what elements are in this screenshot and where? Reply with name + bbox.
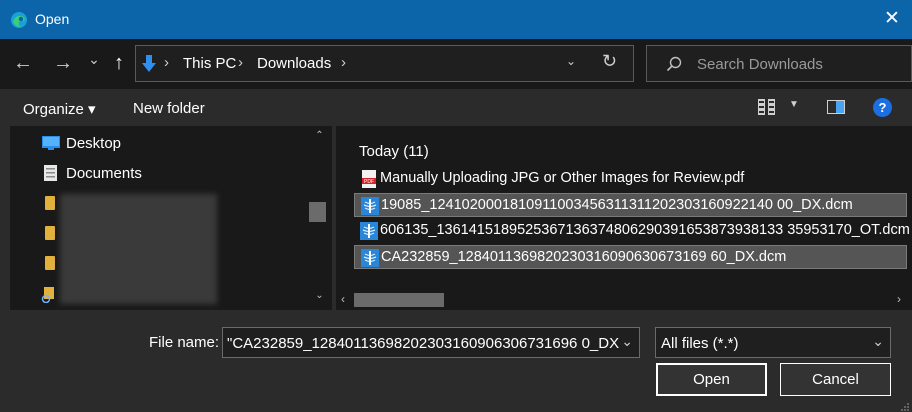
dialog-footer: File name: "CA232859_1284011369820230316… xyxy=(0,310,912,412)
resize-grip-icon[interactable] xyxy=(900,402,910,412)
chevron-down-icon[interactable]: ⌄ xyxy=(621,333,633,350)
search-icon xyxy=(666,56,682,72)
close-button[interactable]: ✕ xyxy=(882,8,902,30)
file-name: CA232859_1284011369820230316090630673169… xyxy=(381,249,787,265)
cancel-button[interactable]: Cancel xyxy=(780,363,891,396)
organize-menu[interactable]: Organize ▾ xyxy=(23,100,96,118)
file-row-dcm-3[interactable]: CA232859_1284011369820230316090630673169… xyxy=(354,245,907,269)
file-list[interactable]: Today (11) PDF Manually Uploading JPG or… xyxy=(336,126,912,310)
folder-icon[interactable] xyxy=(45,196,55,210)
file-row-dcm-2[interactable]: 606135_136141518952536713637480629039165… xyxy=(354,219,910,243)
title-bar: Open ✕ xyxy=(0,0,912,39)
file-row-pdf[interactable]: PDF Manually Uploading JPG or Other Imag… xyxy=(354,167,907,191)
search-placeholder: Search Downloads xyxy=(697,56,823,73)
scroll-thumb[interactable] xyxy=(309,202,326,222)
up-button[interactable]: ↑ xyxy=(108,51,130,75)
breadcrumb-downloads[interactable]: Downloads xyxy=(257,55,331,72)
view-options-icon[interactable] xyxy=(758,99,776,115)
tree-item-label: Desktop xyxy=(66,135,122,152)
recent-locations-button[interactable]: ⌄ xyxy=(83,47,105,71)
vertical-scrollbar[interactable]: ⌃ ⌄ xyxy=(307,126,332,310)
horizontal-scrollbar[interactable]: ‹ › xyxy=(336,290,912,310)
forward-button[interactable]: → xyxy=(52,51,74,75)
redacted-area xyxy=(60,194,217,304)
edge-app-icon xyxy=(11,12,27,28)
tree-item-label: Documents xyxy=(66,165,142,182)
back-button[interactable]: ← xyxy=(12,51,34,75)
xray-file-icon xyxy=(360,222,378,240)
file-name-label: File name: xyxy=(149,334,220,351)
documents-icon xyxy=(44,165,57,181)
view-dropdown-arrow[interactable]: ▼ xyxy=(789,99,799,110)
svg-text:PDF: PDF xyxy=(364,179,374,185)
search-input[interactable]: Search Downloads xyxy=(646,45,912,82)
file-type-select[interactable]: All files (*.*) ⌄ xyxy=(655,327,891,358)
scroll-right-arrow[interactable]: › xyxy=(897,292,901,306)
preview-pane-icon[interactable] xyxy=(827,100,845,114)
scroll-left-arrow[interactable]: ‹ xyxy=(341,292,345,306)
file-type-value: All files (*.*) xyxy=(661,335,739,352)
open-button[interactable]: Open xyxy=(656,363,767,396)
xray-file-icon xyxy=(361,249,379,267)
file-name-input[interactable]: "CA232859_128401136982023031609063067316… xyxy=(222,327,640,358)
file-name: 19085_1241020001810911003456311311202303… xyxy=(381,197,853,213)
folder-icon[interactable] xyxy=(45,256,55,270)
scroll-up-arrow[interactable]: ⌃ xyxy=(307,130,332,141)
navigation-bar: ← → ⌄ ↑ › This PC › Downloads › ⌄ ↻ Sear… xyxy=(0,39,912,89)
breadcrumb-separator[interactable]: › xyxy=(164,54,169,71)
breadcrumb-separator[interactable]: › xyxy=(238,54,243,71)
pdf-icon: PDF xyxy=(362,170,376,188)
file-name: 606135_136141518952536713637480629039165… xyxy=(380,222,910,238)
refresh-button[interactable]: ↻ xyxy=(602,51,617,72)
file-name-value: "CA232859_128401136982023031609063067316… xyxy=(227,335,619,352)
help-icon[interactable]: ? xyxy=(873,98,892,117)
folder-icon[interactable] xyxy=(45,226,55,240)
chevron-down-icon[interactable]: ⌄ xyxy=(872,333,884,350)
scroll-thumb[interactable] xyxy=(354,293,444,307)
breadcrumb-separator[interactable]: › xyxy=(341,54,346,71)
window-title: Open xyxy=(35,11,70,27)
group-header-today[interactable]: Today (11) xyxy=(359,143,429,160)
file-row-dcm-1[interactable]: 19085_1241020001810911003456311311202303… xyxy=(354,193,907,217)
command-bar: Organize ▾ New folder ▼ ? xyxy=(0,89,912,126)
breadcrumb-this-pc[interactable]: This PC xyxy=(183,55,236,72)
navigation-pane[interactable]: Desktop Documents ⌃ ⌄ xyxy=(10,126,332,310)
desktop-icon xyxy=(42,136,60,150)
file-name: Manually Uploading JPG or Other Images f… xyxy=(380,170,745,186)
address-bar[interactable]: › This PC › Downloads › ⌄ ↻ xyxy=(135,45,634,82)
network-folder-icon[interactable] xyxy=(41,287,55,303)
scroll-down-arrow[interactable]: ⌄ xyxy=(307,290,332,301)
xray-file-icon xyxy=(361,197,379,215)
download-location-icon xyxy=(142,55,156,72)
new-folder-button[interactable]: New folder xyxy=(133,100,205,117)
address-history-dropdown[interactable]: ⌄ xyxy=(566,54,576,68)
